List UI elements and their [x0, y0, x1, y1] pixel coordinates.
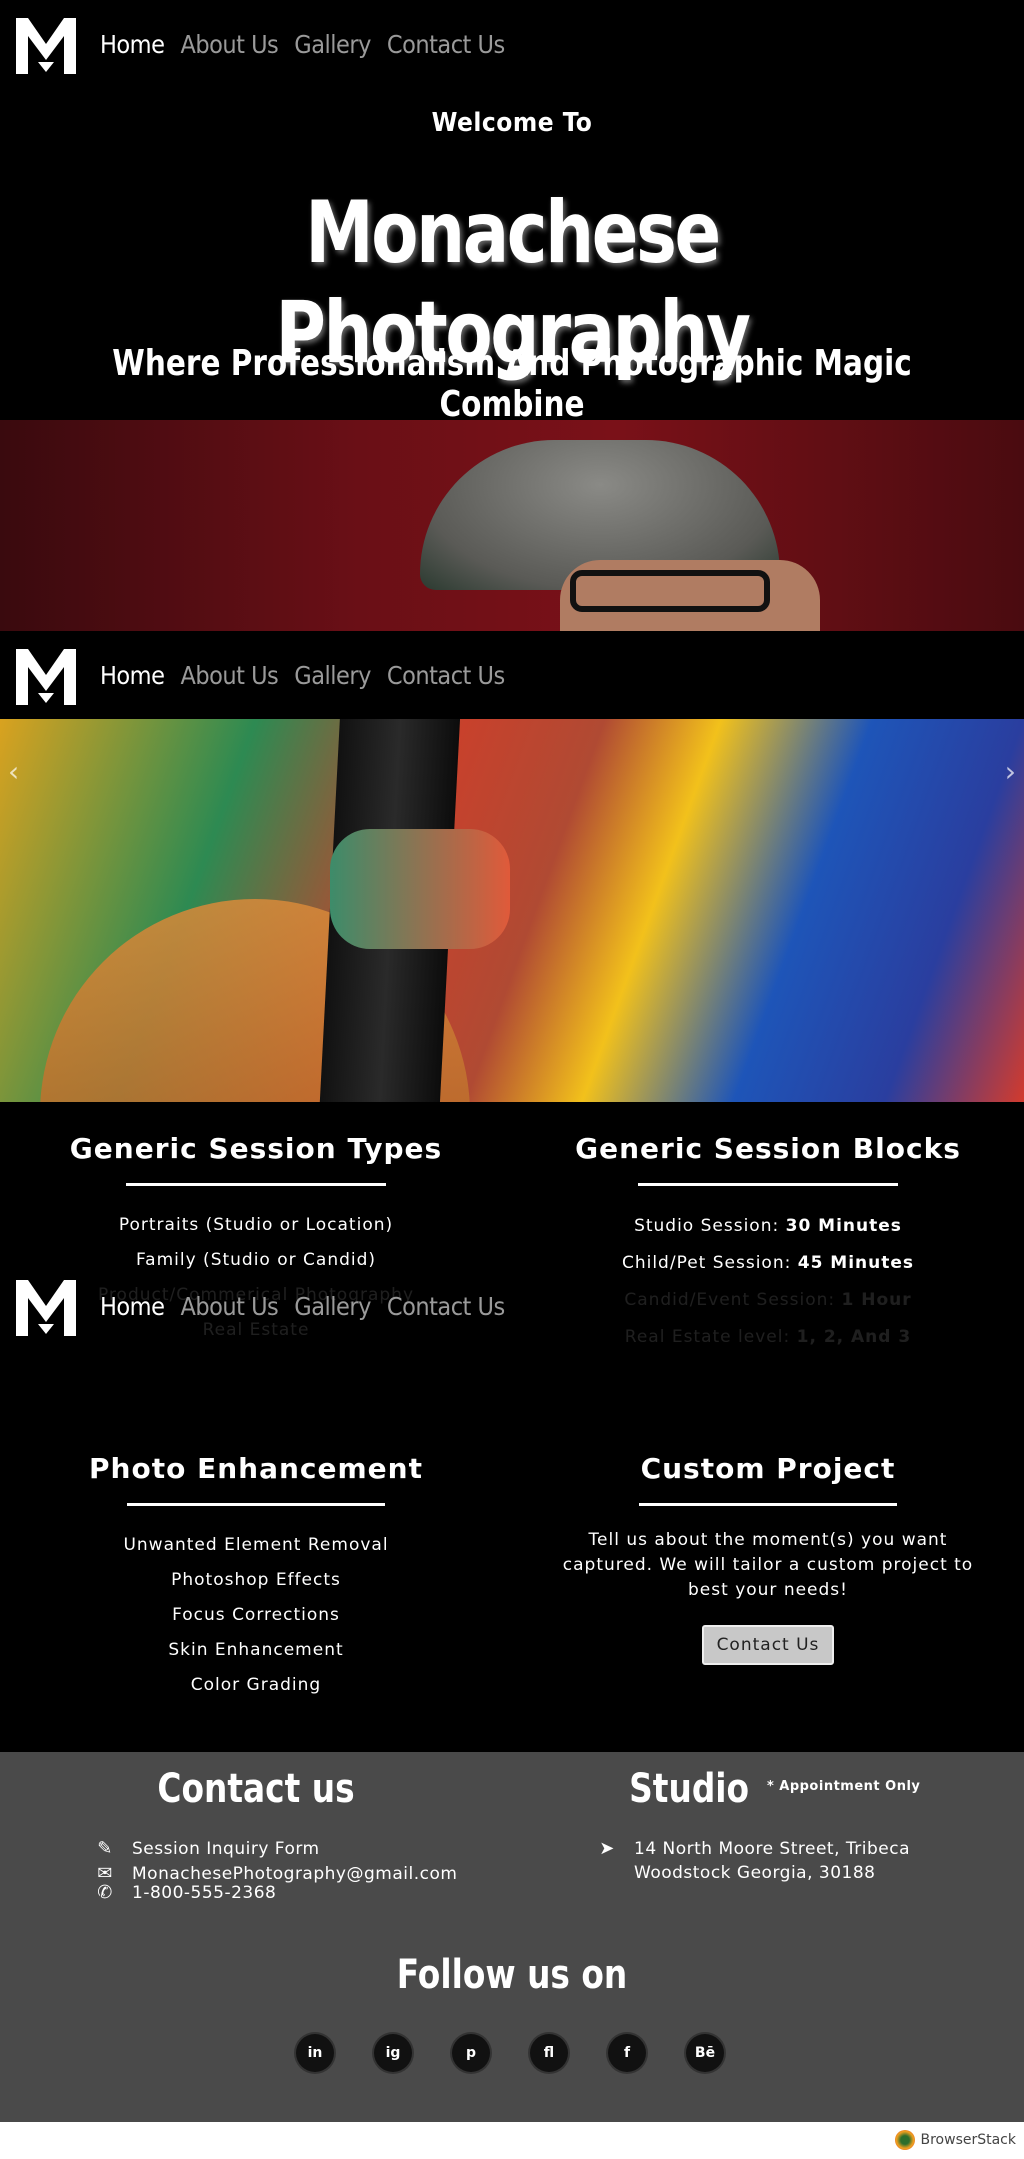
list-item: Portraits (Studio or Location)	[118, 1215, 394, 1235]
carousel-hand	[330, 829, 510, 949]
nav-contact-link[interactable]: Contact Us	[387, 30, 505, 59]
linkedin-icon[interactable]: in	[296, 2034, 334, 2072]
hero-welcome: Welcome To	[431, 108, 593, 138]
phone-label: 1-800-555-2368	[132, 1882, 277, 1903]
hero-subtitle: Where Professionalism And Photographic M…	[112, 343, 912, 425]
edit-icon: ✎	[97, 1838, 113, 1859]
nav-contact-link[interactable]: Contact Us	[387, 1292, 505, 1321]
browserstack-logo-icon	[894, 2130, 915, 2150]
studio-note: * Appointment Only	[766, 1779, 921, 1794]
divider	[638, 1183, 898, 1186]
inquiry-label: Session Inquiry Form	[132, 1838, 320, 1859]
browserstack-label: BrowserStack	[920, 2132, 1017, 2148]
facebook-icon[interactable]: f	[608, 2034, 646, 2072]
envelope-icon: ✉	[97, 1863, 113, 1884]
studio-heading: Studio	[628, 1766, 749, 1812]
divider	[639, 1503, 897, 1506]
contact-column: Contact us ✎ Session Inquiry Form ✉ Mona…	[0, 1766, 512, 1903]
nav-home-link[interactable]: Home	[100, 1292, 165, 1321]
list-item: Focus Corrections	[172, 1605, 340, 1625]
browserstack-badge[interactable]: BrowserStack	[894, 2130, 1017, 2150]
nav-about-link[interactable]: About Us	[180, 30, 278, 59]
email-link[interactable]: ✉ MonachesePhotography@gmail.com	[90, 1863, 512, 1884]
logo-icon[interactable]	[16, 645, 76, 705]
nav-home-link[interactable]: Home	[100, 661, 165, 690]
location-arrow-icon: ➤	[599, 1838, 615, 1859]
inquiry-link[interactable]: ✎ Session Inquiry Form	[90, 1838, 512, 1859]
phone-icon: ✆	[97, 1882, 113, 1903]
studio-column: Studio * Appointment Only ➤ 14 North Moo…	[512, 1766, 1024, 1883]
custom-project-text: Tell us about the moment(s) you want cap…	[562, 1530, 974, 1600]
photo-glasses	[570, 570, 770, 612]
instagram-icon[interactable]: ig	[374, 2034, 412, 2072]
nav-gallery-link[interactable]: Gallery	[294, 30, 371, 59]
flickr-icon[interactable]: fl	[530, 2034, 568, 2072]
list-item: Unwanted Element Removal	[123, 1535, 389, 1555]
overlay-navbar: Home About Us Gallery Contact Us	[0, 1262, 1024, 1350]
carousel-prev-icon[interactable]: ‹	[8, 755, 19, 788]
footer: Contact us ✎ Session Inquiry Form ✉ Mona…	[0, 1752, 1024, 2122]
nav-gallery-link[interactable]: Gallery	[294, 661, 371, 690]
social-links: in ig p fl f Bē	[296, 2034, 724, 2072]
follow-section: Follow us on	[0, 1952, 1024, 1998]
bottom-bar: BrowserStack	[0, 2122, 1024, 2159]
list-item: Studio Session: 30 Minutes	[634, 1216, 902, 1236]
sticky-navbar: Home About Us Gallery Contact Us	[0, 631, 1024, 719]
address-row[interactable]: ➤ 14 North Moore Street, Tribeca	[592, 1838, 1024, 1859]
carousel-next-icon[interactable]: ›	[1005, 755, 1016, 788]
enhancement-column: Photo Enhancement Unwanted Element Remov…	[0, 1452, 512, 1703]
contact-heading: Contact us	[157, 1766, 355, 1812]
list-item: Color Grading	[190, 1675, 322, 1695]
divider	[126, 1183, 386, 1186]
session-blocks-heading: Generic Session Blocks	[575, 1132, 961, 1165]
logo-icon[interactable]	[16, 14, 76, 74]
nav-gallery-link[interactable]: Gallery	[294, 1292, 371, 1321]
behance-icon[interactable]: Bē	[686, 2034, 724, 2072]
custom-project-column: Custom Project Tell us about the moment(…	[512, 1452, 1024, 1665]
pinterest-icon[interactable]: p	[452, 2034, 490, 2072]
custom-project-heading: Custom Project	[640, 1452, 896, 1485]
follow-heading: Follow us on	[396, 1952, 628, 1998]
list-item: Skin Enhancement	[168, 1640, 344, 1660]
address-row-2: Woodstock Georgia, 30188	[592, 1863, 1024, 1883]
address-line-2: Woodstock Georgia, 30188	[634, 1863, 876, 1883]
phone-link[interactable]: ✆ 1-800-555-2368	[90, 1882, 512, 1903]
nav-contact-link[interactable]: Contact Us	[387, 661, 505, 690]
session-types-heading: Generic Session Types	[69, 1132, 443, 1165]
address-line-1: 14 North Moore Street, Tribeca	[634, 1838, 911, 1859]
enhancement-heading: Photo Enhancement	[89, 1452, 423, 1485]
nav-about-link[interactable]: About Us	[180, 1292, 278, 1321]
hero-section: Welcome To Monachese Photography Where P…	[0, 88, 1024, 425]
contact-us-button[interactable]: Contact Us	[701, 1625, 835, 1665]
divider	[127, 1503, 385, 1506]
logo-icon[interactable]	[16, 1276, 76, 1336]
list-item: Photoshop Effects	[171, 1570, 341, 1590]
hero-photo	[0, 420, 1024, 631]
services-section: Photo Enhancement Unwanted Element Remov…	[0, 1360, 1024, 1752]
top-navbar: Home About Us Gallery Contact Us	[0, 0, 1024, 88]
image-carousel: ‹ ›	[0, 719, 1024, 1102]
email-label: MonachesePhotography@gmail.com	[132, 1863, 458, 1884]
nav-home-link[interactable]: Home	[100, 30, 165, 59]
nav-about-link[interactable]: About Us	[180, 661, 278, 690]
